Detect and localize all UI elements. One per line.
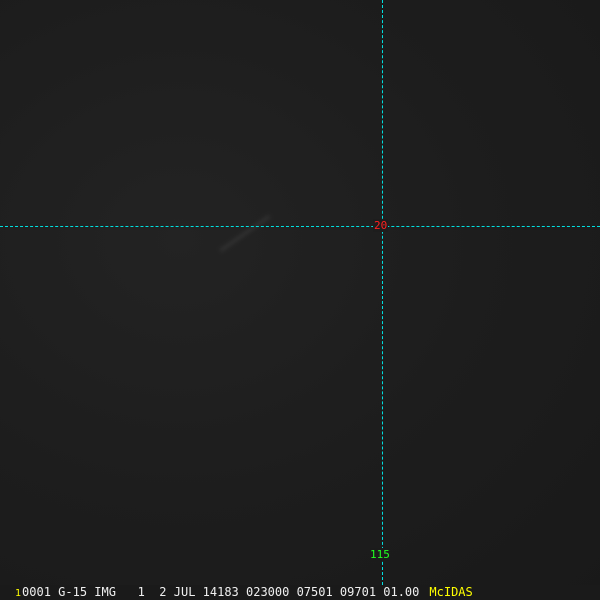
longitude-gridline: [382, 0, 383, 585]
latitude-label: 20: [373, 219, 389, 232]
image-info: 0001 G-15 IMG 1 2 JUL 14183 023000 07501…: [22, 585, 420, 599]
status-bar: 1 0001 G-15 IMG 1 2 JUL 14183 023000 075…: [0, 585, 600, 600]
satellite-image-frame[interactable]: 20 115 1 0001 G-15 IMG 1 2 JUL 14183 023…: [0, 0, 600, 600]
mcidas-brand: McIDAS: [429, 585, 473, 599]
cloud-streak: [219, 215, 271, 252]
latitude-gridline: [0, 226, 600, 227]
longitude-label: 115: [370, 548, 390, 561]
frame-number: 1: [15, 588, 22, 599]
